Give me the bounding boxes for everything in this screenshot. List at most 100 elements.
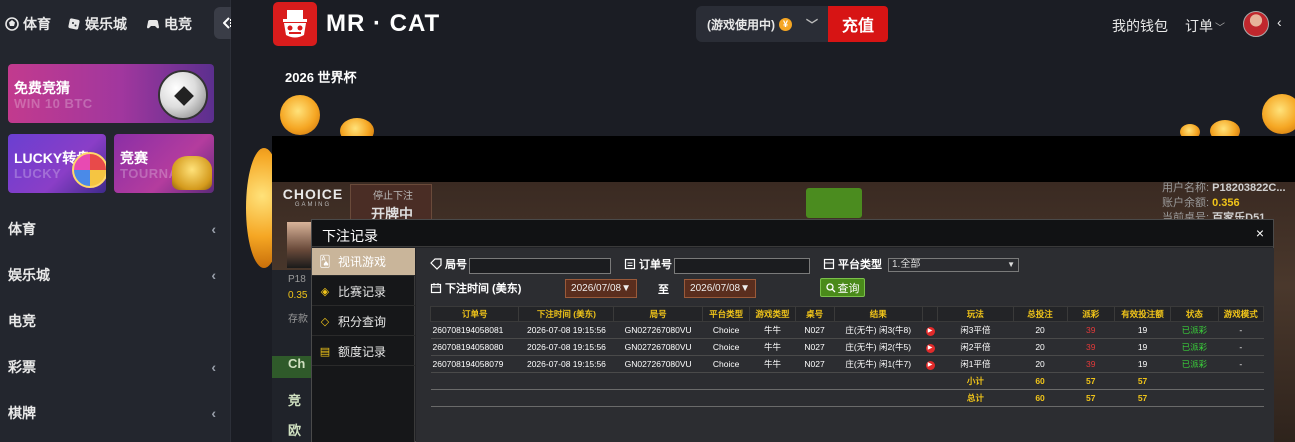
more-icon[interactable]: ‹: [1277, 14, 1282, 30]
sidebar-item-esports[interactable]: 电竞: [8, 309, 218, 333]
table-row: 260708194058081 2026-07-08 19:15:56 GN02…: [430, 321, 1264, 339]
col-bet: 总投注: [1012, 306, 1068, 322]
cell-status: 已派彩: [1170, 355, 1219, 373]
round-input[interactable]: [469, 258, 611, 274]
side-user: P18: [288, 274, 306, 285]
date-from-value: 2026/07/08: [571, 283, 622, 294]
dropdown-arrow-icon: ▼: [740, 283, 750, 294]
sidebar-item-label: 电竞: [8, 313, 36, 329]
menu-item-label: 额度记录: [338, 345, 387, 359]
col-order: 订单号: [429, 306, 520, 322]
promo-lucky-wheel[interactable]: LUCKY转盘 LUCKY: [8, 134, 106, 193]
order-number-input[interactable]: [674, 258, 810, 274]
receipt-icon: [624, 258, 636, 270]
wheel-icon: [72, 152, 106, 188]
avatar[interactable]: [1243, 11, 1269, 37]
cell-round: GN027267080VU: [613, 338, 703, 356]
col-play: 玩法: [937, 306, 1014, 322]
page-title: 2026 世界杯: [285, 70, 357, 85]
yuan-coin-icon: ¥: [779, 17, 792, 31]
total-tail: [1170, 389, 1264, 407]
coins-icon: [172, 156, 212, 190]
cell-mode: -: [1218, 338, 1264, 356]
cell-status: 已派彩: [1170, 321, 1219, 339]
sidebar-item-chess[interactable]: 棋牌 ‹: [8, 401, 218, 425]
side-balance: 0.35: [288, 290, 308, 301]
tab-esports[interactable]: 电竞: [146, 13, 192, 35]
tab-esports-label: 电竞: [164, 16, 192, 32]
time-filter-label: 下注时间 (美东): [430, 280, 521, 296]
video-letterbox: [272, 136, 1295, 182]
menu-item-points[interactable]: ◇ 积分查询: [312, 308, 415, 336]
choice-brand-sub: GAMING: [294, 202, 332, 208]
tab-sports[interactable]: 体育: [5, 13, 51, 35]
col-status: 状态: [1170, 306, 1219, 322]
subtotal-row: 小计 60 57 57: [430, 372, 1264, 390]
table-row: 260708194058079 2026-07-08 19:15:56 GN02…: [430, 355, 1264, 373]
total-spacer: [430, 389, 938, 407]
promo-free-guess-subtitle: WIN 10 BTC: [14, 96, 93, 111]
search-icon: [825, 282, 835, 292]
side-tab-choice[interactable]: Ch: [272, 356, 312, 378]
cell-round: GN027267080VU: [613, 321, 703, 339]
time-label-text: 下注时间 (美东): [445, 283, 522, 295]
replay-button[interactable]: ▶: [922, 338, 938, 356]
side-deposit[interactable]: 存款: [288, 310, 308, 325]
wallet-link[interactable]: 我的钱包: [1112, 16, 1168, 36]
query-button[interactable]: 查询: [820, 278, 865, 297]
side-tab-contest[interactable]: 竞: [288, 390, 301, 409]
total-valid: 57: [1114, 389, 1171, 407]
diamond-icon: ◇: [320, 316, 330, 328]
platform-select[interactable]: 1.全部 ▼: [888, 258, 1019, 272]
table-header-row: 订单号 下注时间 (美东) 局号 平台类型 游戏类型 桌号 结果 玩法 总投注 …: [429, 306, 1265, 322]
replay-button[interactable]: ▶: [922, 355, 938, 373]
col-mode: 游戏模式: [1217, 306, 1265, 322]
platform-select-value: 1.全部: [892, 259, 921, 270]
currency-label: (游戏使用中): [707, 17, 775, 32]
promo-lucky-subtitle: LUCKY: [14, 166, 62, 181]
document-icon: ▤: [319, 346, 331, 358]
menu-item-credit-records[interactable]: ▤ 额度记录: [312, 338, 415, 366]
date-from-picker[interactable]: 2026/07/08 ▼: [565, 279, 637, 298]
cell-time: 2026-07-08 19:15:56: [518, 355, 614, 373]
username-value: P18203822C...: [1212, 182, 1286, 194]
cell-mode: -: [1218, 321, 1264, 339]
menu-item-live-games[interactable]: 🂡 视讯游戏: [312, 248, 415, 276]
sidebar-item-lottery[interactable]: 彩票 ‹: [8, 355, 218, 379]
sidebar: 体育 娱乐城 电竞 免费竞猜 WIN 10 BTC LUCKY转盘 LUCKY: [0, 0, 248, 442]
tab-casino[interactable]: 娱乐城: [67, 13, 127, 35]
username-key: 用户名称:: [1162, 182, 1210, 194]
date-to-picker[interactable]: 2026/07/08 ▼: [684, 279, 756, 298]
col-time: 下注时间 (美东): [518, 306, 615, 322]
brand-name: MR · CAT: [326, 10, 441, 37]
casino-icon: [68, 18, 80, 30]
cell-game: 牛牛: [749, 338, 796, 356]
sidebar-item-label: 体育: [8, 221, 36, 237]
subtotal-payout: 57: [1067, 372, 1115, 390]
table-row: 260708194058080 2026-07-08 19:15:56 GN02…: [430, 338, 1264, 356]
promo-free-guess[interactable]: 免费竞猜 WIN 10 BTC: [8, 64, 214, 123]
menu-item-label: 积分查询: [338, 315, 387, 329]
menu-item-match-records[interactable]: ◈ 比赛记录: [312, 278, 415, 306]
bet-records-dialog: 下注记录 × 🂡 视讯游戏 ◈ 比赛记录 ◇ 积分查询 ▤ 额度记录 局号 订单…: [311, 219, 1274, 442]
deposit-button[interactable]: 充值: [828, 6, 888, 42]
promo-contest[interactable]: 竞赛 TOURNAMEN: [114, 134, 214, 193]
orders-menu[interactable]: 订单 ﹀: [1185, 16, 1225, 36]
side-tab-europe[interactable]: 欧洲: [288, 420, 312, 442]
cell-result: 庄(无牛) 闲3(牛8): [834, 321, 923, 339]
username-line: 用户名称: P18203822C...: [1162, 181, 1286, 196]
brand-logo[interactable]: [273, 2, 317, 46]
sidebar-item-casino[interactable]: 娱乐城 ‹: [8, 263, 218, 287]
orders-label: 订单: [1185, 18, 1213, 34]
cell-play: 闲3平倍: [937, 321, 1014, 339]
replay-button[interactable]: ▶: [922, 321, 938, 339]
chevron-left-icon: ‹: [211, 267, 216, 283]
currency-selector[interactable]: (游戏使用中) ¥ ﹀: [696, 6, 831, 42]
chevron-down-icon: ﹀: [1215, 23, 1225, 34]
sidebar-item-sports[interactable]: 体育 ‹: [8, 217, 218, 241]
game-green-button[interactable]: [806, 188, 862, 218]
close-icon[interactable]: ×: [1256, 225, 1264, 241]
betting-status: 停止下注 开牌中: [350, 184, 432, 222]
cards-icon: 🂡: [319, 256, 331, 268]
date-range-separator: 至: [658, 284, 669, 296]
